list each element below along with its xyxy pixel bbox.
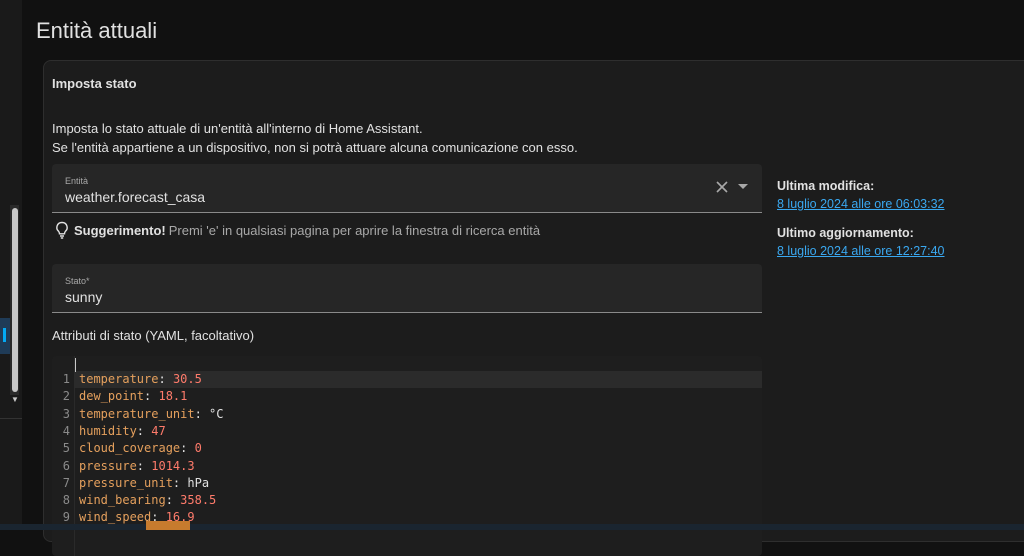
entity-value[interactable]: weather.forecast_casa: [65, 189, 205, 205]
code-line[interactable]: 8 wind_bearing: 358.5: [52, 492, 217, 509]
card-description: Imposta lo stato attuale di un'entità al…: [52, 119, 578, 157]
sidebar: ▼: [0, 0, 22, 530]
line-number: 3: [62, 406, 70, 421]
line-number: 2: [62, 389, 70, 404]
state-value[interactable]: sunny: [65, 289, 102, 305]
chevron-down-icon[interactable]: [738, 184, 748, 189]
line-number: 1: [62, 372, 70, 386]
last-updated-link[interactable]: 8 luglio 2024 alle ore 12:27:40: [777, 244, 945, 258]
sidebar-scrollbar-thumb[interactable]: [12, 208, 18, 392]
code-line[interactable]: 5 cloud_coverage: 0: [52, 440, 202, 457]
yaml-key: temperature: [79, 372, 159, 386]
yaml-value: 18.1: [158, 389, 188, 404]
page-title: Entità attuali: [36, 18, 158, 43]
line-number: 6: [62, 458, 70, 473]
code-line[interactable]: 1 temperature: 30.5: [52, 371, 202, 388]
last-changed-link[interactable]: 8 luglio 2024 alle ore 06:03:32: [777, 197, 945, 211]
code-line[interactable]: 3 temperature_unit: °C: [52, 406, 224, 423]
code-line[interactable]: 2 dew_point: 18.1: [52, 388, 188, 405]
state-label: Stato*: [65, 276, 90, 286]
tip-bold: Suggerimento!: [74, 222, 166, 238]
set-state-card: Imposta stato Imposta lo stato attuale d…: [43, 60, 1024, 556]
yaml-value: 30.5: [172, 372, 202, 386]
yaml-key: pressure: [79, 458, 137, 473]
clear-icon[interactable]: [714, 179, 730, 195]
yaml-key: pressure_unit: [79, 475, 173, 490]
last-updated: Ultimo aggiornamento: 8 luglio 2024 alle…: [777, 226, 945, 258]
yaml-key: dew_point: [79, 389, 145, 404]
last-updated-label: Ultimo aggiornamento:: [777, 226, 914, 240]
yaml-value: hPa: [187, 475, 210, 490]
description-line-1: Imposta lo stato attuale di un'entità al…: [52, 121, 423, 136]
yaml-key: temperature_unit: [79, 406, 195, 421]
yaml-value: 1014.3: [151, 458, 195, 473]
yaml-value: 358.5: [180, 493, 217, 508]
yaml-key: wind_speed: [79, 510, 152, 525]
yaml-value: °C: [209, 406, 224, 421]
yaml-value: 0: [194, 441, 202, 456]
line-number: 7: [62, 475, 70, 490]
scroll-down-arrow-icon[interactable]: ▼: [11, 395, 19, 404]
bottom-tab-indicator[interactable]: [146, 521, 190, 530]
text-caret: [75, 358, 76, 372]
yaml-value: 47: [151, 423, 166, 438]
sidebar-divider: [0, 418, 22, 419]
code-line[interactable]: 7 pressure_unit: hPa: [52, 475, 209, 492]
yaml-key: cloud_coverage: [79, 441, 181, 456]
card-title: Imposta stato: [52, 76, 137, 91]
yaml-attributes-label: Attributi di stato (YAML, facoltativo): [52, 328, 255, 343]
description-line-2: Se l'entità appartiene a un dispositivo,…: [52, 140, 578, 155]
entity-picker[interactable]: Entità weather.forecast_casa: [52, 164, 762, 213]
last-changed: Ultima modifica: 8 luglio 2024 alle ore …: [777, 179, 945, 211]
lightbulb-icon: [56, 221, 68, 239]
last-changed-label: Ultima modifica:: [777, 179, 875, 193]
yaml-key: wind_bearing: [79, 493, 166, 508]
yaml-key: humidity: [79, 423, 137, 438]
sidebar-active-item[interactable]: [0, 318, 10, 354]
state-input[interactable]: Stato* sunny: [52, 264, 762, 313]
line-number: 4: [62, 423, 70, 438]
line-number: 5: [62, 441, 70, 456]
entity-label: Entità: [65, 176, 89, 186]
code-line[interactable]: 4 humidity: 47: [52, 423, 166, 440]
tip-text: Premi 'e' in qualsiasi pagina per aprire…: [168, 222, 541, 238]
line-number: 8: [62, 493, 70, 508]
search-tip: Suggerimento! Premi 'e' in qualsiasi pag…: [54, 221, 540, 239]
code-line[interactable]: 6 pressure: 1014.3: [52, 458, 195, 475]
